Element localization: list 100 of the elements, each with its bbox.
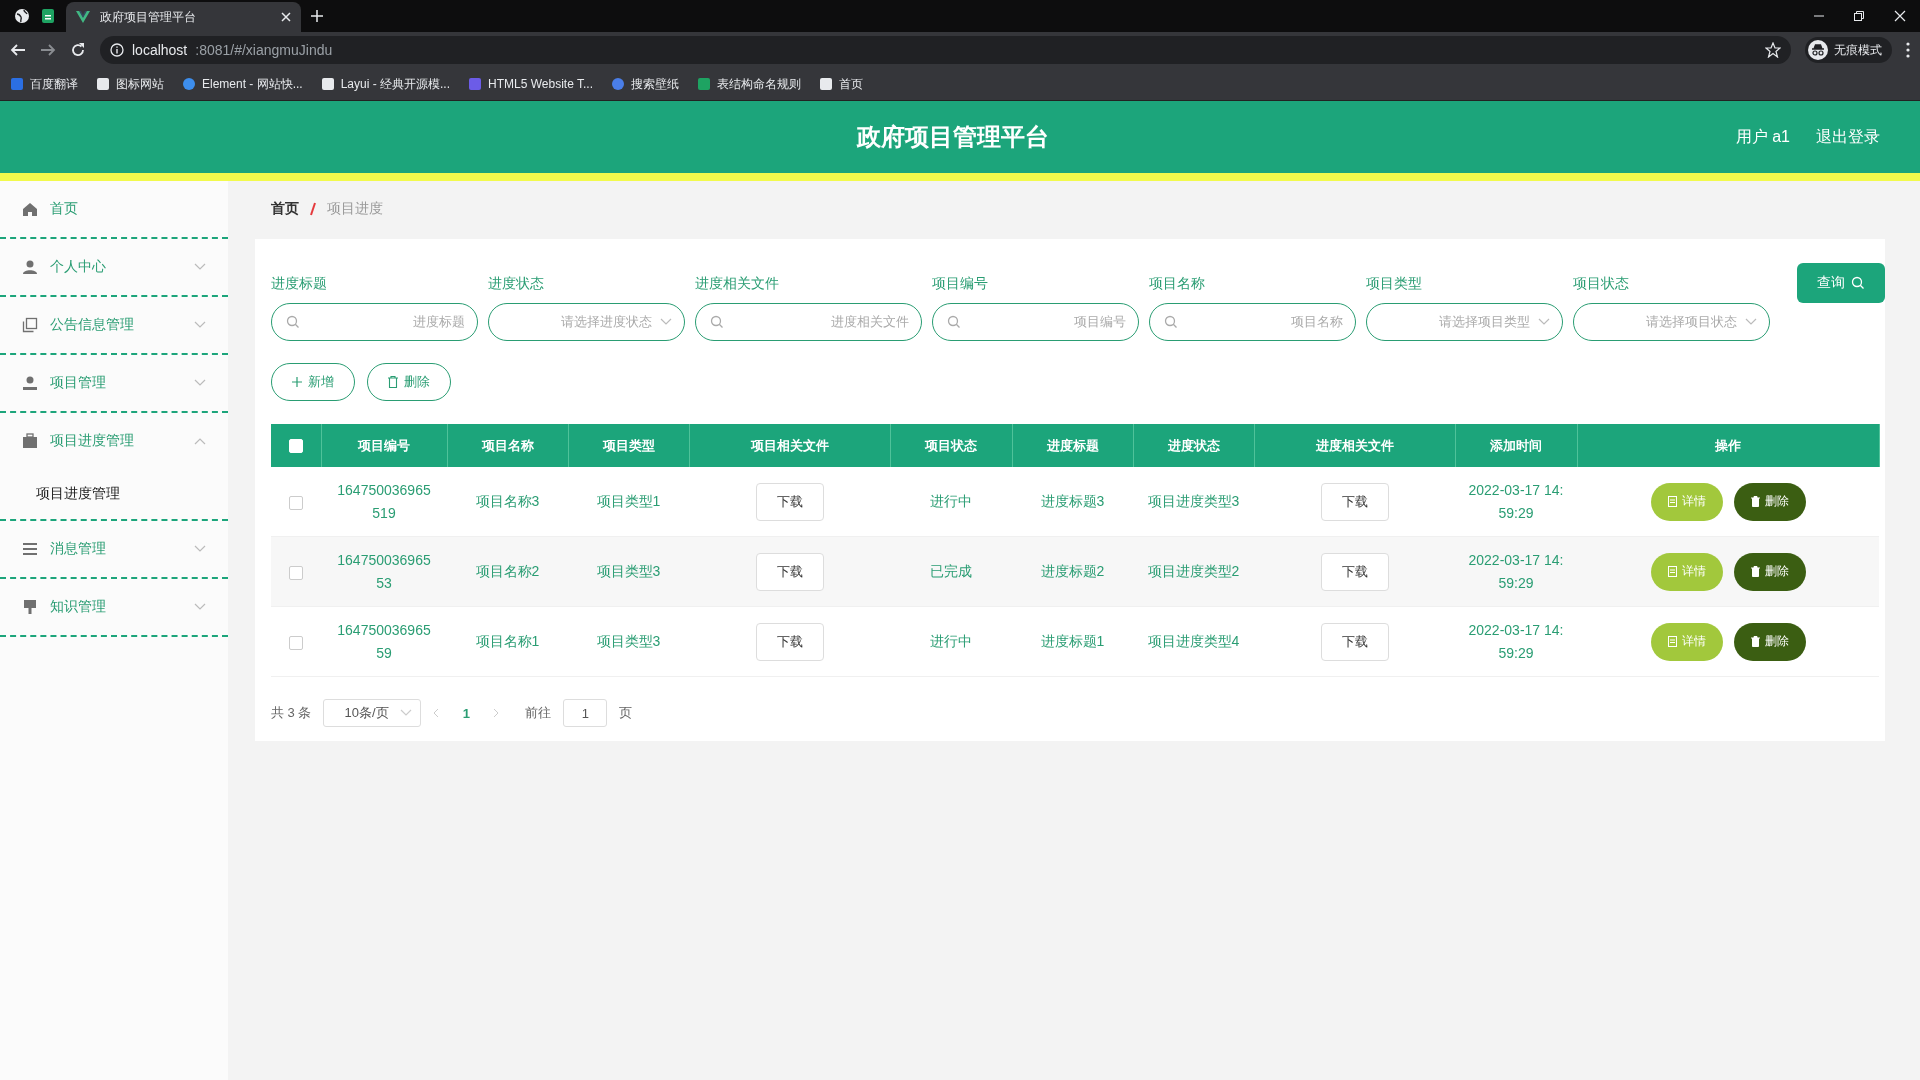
delete-button[interactable]: 删除 <box>1733 482 1806 521</box>
user-name: 用户 a1 <box>1735 126 1790 147</box>
table-cell-text: 项目类型3 <box>595 562 662 581</box>
address-bar[interactable]: localhost :8081/#/xiangmuJindu <box>100 36 1791 64</box>
download-button[interactable]: 下载 <box>1320 622 1389 661</box>
bookmark[interactable]: 表结构命名规则 <box>697 75 801 93</box>
profile-button[interactable]: 无痕模式 <box>1805 37 1892 63</box>
column-header: 项目名称 <box>447 424 568 467</box>
filter-label: 进度相关文件 <box>695 274 780 293</box>
bookmark-favicon-icon <box>320 77 335 91</box>
back-icon[interactable] <box>10 42 26 58</box>
bookmark-favicon-icon <box>182 77 196 91</box>
incognito-icon <box>1808 40 1828 60</box>
table-cell-text: 164750036965519 <box>336 480 432 523</box>
sidebar-subitem[interactable]: 项目进度管理 <box>0 469 228 519</box>
bookmark[interactable]: 百度翻译 <box>10 75 78 93</box>
download-button[interactable]: 下载 <box>755 482 824 521</box>
breadcrumb-link[interactable]: 首页 <box>271 200 299 218</box>
chevron-down-icon <box>194 603 206 611</box>
bookmark[interactable]: 首页 <box>819 75 863 93</box>
new-tab-icon[interactable] <box>311 10 323 22</box>
app-title: 政府项目管理平台 <box>855 122 1050 152</box>
copy-icon <box>22 317 38 333</box>
forward-icon[interactable] <box>40 42 56 58</box>
row-checkbox[interactable] <box>289 635 303 650</box>
chevron-down-icon <box>1538 318 1550 326</box>
delete-button[interactable]: 删除 <box>367 363 451 401</box>
goto-label: 前往 <box>525 704 552 722</box>
person-icon <box>22 259 38 275</box>
row-checkbox[interactable] <box>289 495 303 510</box>
close-icon[interactable] <box>281 12 291 22</box>
document-icon <box>1667 566 1677 577</box>
trash-icon <box>1750 566 1760 577</box>
chevron-down-icon <box>660 318 672 326</box>
column-header: 项目编号 <box>321 424 447 467</box>
person-icon <box>22 375 38 391</box>
add-button[interactable]: 新增 <box>271 363 355 401</box>
search-icon <box>947 315 961 329</box>
plus-icon <box>292 377 302 387</box>
briefcase-icon <box>22 433 38 449</box>
download-button[interactable]: 下载 <box>1320 482 1389 521</box>
bookmark[interactable]: Layui - 经典开源模... <box>320 75 451 93</box>
bookmark-favicon-icon <box>611 77 625 91</box>
filter-label: 项目名称 <box>1149 274 1206 293</box>
column-header: 进度状态 <box>1133 424 1254 467</box>
table-cell-text: 已完成 <box>929 562 973 581</box>
more-menu-icon[interactable] <box>1906 42 1910 58</box>
home-icon <box>22 201 38 217</box>
row-checkbox[interactable] <box>289 565 303 580</box>
trash-icon <box>388 376 398 388</box>
delete-button[interactable]: 删除 <box>1733 622 1806 661</box>
info-icon <box>110 43 124 57</box>
filter-label: 进度状态 <box>488 274 545 293</box>
download-button[interactable]: 下载 <box>1320 552 1389 591</box>
bookmark[interactable]: Element - 网站快... <box>182 75 303 93</box>
bookmark[interactable]: 搜索壁纸 <box>611 75 679 93</box>
spreadsheet-icon[interactable] <box>40 8 56 24</box>
download-button[interactable]: 下载 <box>755 622 824 661</box>
page-input[interactable]: 1 <box>563 699 608 727</box>
table-cell-text: 进度标题1 <box>1039 632 1106 651</box>
table-cell-text: 进行中 <box>929 492 973 511</box>
search-icon <box>1851 276 1865 290</box>
bookmark-favicon-icon <box>96 77 110 91</box>
column-header: 进度标题 <box>1012 424 1133 467</box>
reload-icon[interactable] <box>70 42 86 58</box>
column-header: 添加时间 <box>1455 424 1577 467</box>
page-suffix: 页 <box>619 704 633 722</box>
total-count: 共 3 条 <box>271 704 312 722</box>
page-size-select[interactable]: 10条/页 <box>323 699 422 727</box>
column-header: 项目类型 <box>568 424 689 467</box>
chevron-down-icon <box>194 263 206 271</box>
table-cell-text: 项目名称1 <box>474 632 541 651</box>
search-icon <box>710 315 724 329</box>
url-path: :8081/#/xiangmuJindu <box>195 42 333 58</box>
table-cell-text: 16475003696559 <box>336 620 432 663</box>
restore-icon[interactable] <box>1854 11 1864 21</box>
document-icon <box>1667 636 1677 647</box>
bookmark[interactable]: 图标网站 <box>96 75 164 93</box>
v-logo-icon <box>76 11 90 23</box>
table-cell-text: 项目类型3 <box>595 632 662 651</box>
filter-label: 进度标题 <box>271 274 328 293</box>
download-button[interactable]: 下载 <box>755 552 824 591</box>
column-header: 操作 <box>1577 424 1879 467</box>
table-cell-text: 16475003696553 <box>336 550 432 593</box>
close-icon[interactable] <box>1894 10 1906 22</box>
delete-button[interactable]: 删除 <box>1733 552 1806 591</box>
signpost-icon <box>22 599 38 615</box>
table-cell-text: 项目名称2 <box>474 562 541 581</box>
select-all-checkbox[interactable] <box>288 439 303 454</box>
trash-icon <box>1750 496 1760 507</box>
table-cell-text: 2022-03-17 14:59:29 <box>1468 480 1564 523</box>
globe-icon[interactable] <box>14 8 30 24</box>
url-host: localhost <box>132 42 188 58</box>
column-header: 项目状态 <box>890 424 1012 467</box>
bookmark[interactable]: HTML5 Website T... <box>468 77 593 91</box>
star-icon[interactable] <box>1765 42 1781 58</box>
bookmark-favicon-icon <box>10 77 24 91</box>
browser-tab[interactable]: 政府项目管理平台 <box>66 2 301 32</box>
table-cell-text: 项目名称3 <box>474 492 541 511</box>
breadcrumb-current: 项目进度 <box>327 200 383 218</box>
